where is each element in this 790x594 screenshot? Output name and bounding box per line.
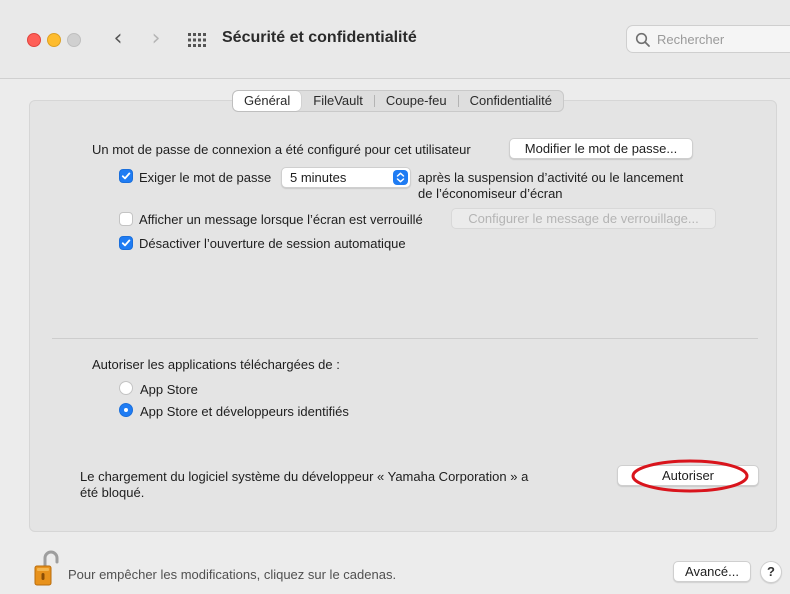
help-button[interactable]: ? <box>760 561 782 583</box>
allow-button[interactable]: Autoriser <box>617 465 759 486</box>
section-divider <box>52 338 758 339</box>
disable-auto-login-label: Désactiver l’ouverture de session automa… <box>139 236 406 251</box>
show-all-grid-icon[interactable] <box>187 32 207 48</box>
search-field[interactable] <box>626 25 790 53</box>
padlock-icon[interactable] <box>33 550 59 586</box>
window-title: Sécurité et confidentialité <box>222 29 417 46</box>
password-delay-value: 5 minutes <box>290 170 347 185</box>
change-password-button[interactable]: Modifier le mot de passe... <box>509 138 693 159</box>
show-message-label: Afficher un message lorsque l’écran est … <box>139 212 423 227</box>
require-password-checkbox[interactable] <box>119 169 133 183</box>
radio-app-store-identified-devs-label: App Store et développeurs identifiés <box>140 404 349 419</box>
zoom-window-button[interactable] <box>67 33 81 47</box>
radio-app-store-identified-devs[interactable] <box>119 403 133 417</box>
tab-bar: Général FileVault Coupe-feu Confidential… <box>232 90 564 112</box>
blocked-software-text-line1: Le chargement du logiciel système du dév… <box>80 469 529 484</box>
back-arrow-icon[interactable]: ‹ <box>108 26 128 52</box>
search-icon <box>635 32 650 47</box>
radio-app-store[interactable] <box>119 381 133 395</box>
chevron-updown-icon <box>393 170 408 185</box>
configure-lock-message-button[interactable]: Configurer le message de verrouillage... <box>451 208 716 229</box>
forward-arrow-icon[interactable]: › <box>146 26 166 52</box>
checkmark-icon <box>121 239 131 247</box>
password-set-text: Un mot de passe de connexion a été confi… <box>92 142 471 157</box>
require-password-label: Exiger le mot de passe <box>139 170 272 185</box>
title-bar: ‹ › Sécurité et confidentialité <box>0 0 790 79</box>
radio-app-store-label: App Store <box>140 382 198 397</box>
tab-general[interactable]: Général <box>233 91 302 111</box>
checkmark-icon <box>121 172 131 180</box>
blocked-software-text-line2: été bloqué. <box>80 485 145 500</box>
allow-apps-heading: Autoriser les applications téléchargées … <box>92 357 340 372</box>
search-input[interactable] <box>657 30 777 48</box>
tab-privacy[interactable]: Confidentialité <box>459 91 563 111</box>
require-password-suffix-line1: après la suspension d’activité ou le lan… <box>418 170 684 185</box>
minimize-window-button[interactable] <box>47 33 61 47</box>
password-delay-select[interactable]: 5 minutes <box>281 167 411 188</box>
require-password-suffix-line2: de l’économiseur d’écran <box>418 186 563 201</box>
close-window-button[interactable] <box>27 33 41 47</box>
advanced-button[interactable]: Avancé... <box>673 561 751 582</box>
show-message-checkbox[interactable] <box>119 212 133 226</box>
disable-auto-login-checkbox[interactable] <box>119 236 133 250</box>
lock-hint-text: Pour empêcher les modifications, cliquez… <box>68 567 397 582</box>
tab-firewall[interactable]: Coupe-feu <box>375 91 458 111</box>
tab-filevault[interactable]: FileVault <box>302 91 374 111</box>
